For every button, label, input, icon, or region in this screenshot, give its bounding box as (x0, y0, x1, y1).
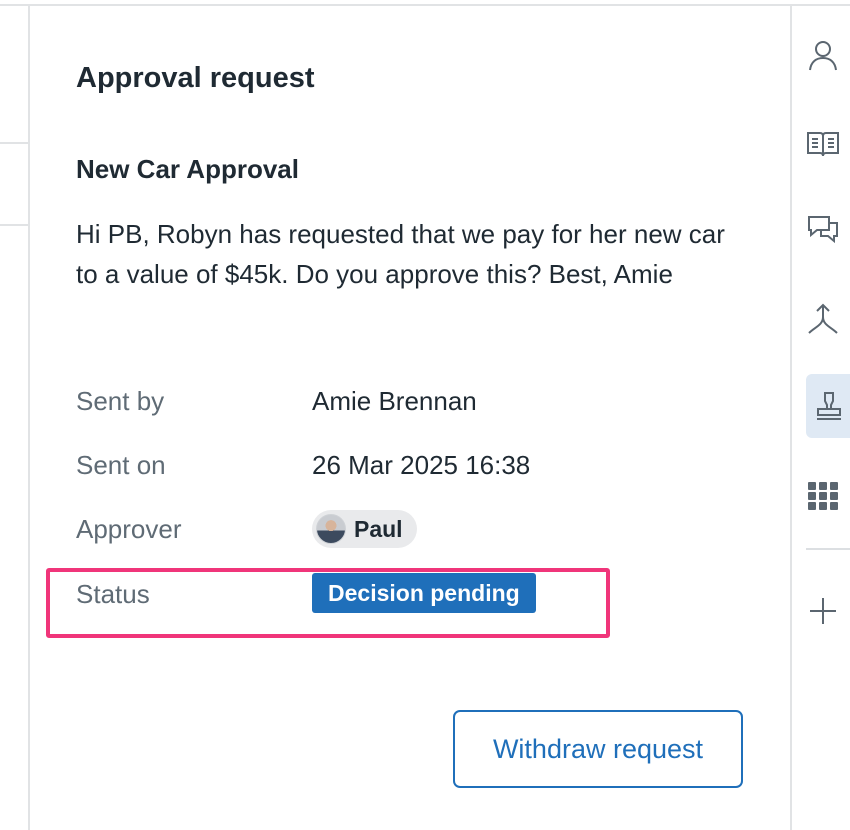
sent-by-value: Amie Brennan (312, 386, 477, 416)
approver-name: Paul (354, 515, 403, 542)
person-icon[interactable] (806, 32, 850, 78)
avatar (316, 514, 346, 544)
left-divider (0, 142, 30, 144)
approver-chip[interactable]: Paul (312, 510, 417, 548)
right-icon-rail (790, 6, 850, 830)
withdraw-request-button[interactable]: Withdraw request (453, 710, 743, 788)
request-message: Hi PB, Robyn has requested that we pay f… (76, 219, 725, 289)
apps-grid-icon[interactable] (806, 472, 850, 518)
chat-icon[interactable] (806, 206, 850, 252)
sent-on-value: 26 Mar 2025 16:38 (312, 450, 531, 480)
left-divider (0, 224, 30, 226)
book-icon[interactable] (806, 120, 850, 166)
sent-by-label: Sent by (76, 386, 165, 416)
rail-divider (806, 548, 850, 550)
approver-label: Approver (76, 514, 182, 544)
approval-panel: Approval request New Car Approval Hi PB,… (32, 6, 790, 830)
request-title: New Car Approval (76, 154, 299, 184)
panel-title: Approval request (76, 62, 315, 94)
left-panel-edge (0, 6, 30, 830)
plus-icon[interactable] (806, 588, 850, 634)
stamp-icon[interactable] (806, 374, 850, 438)
merge-icon[interactable] (806, 296, 850, 342)
status-badge: Decision pending (312, 573, 536, 613)
sent-on-label: Sent on (76, 450, 166, 480)
app-frame: Approval request New Car Approval Hi PB,… (0, 0, 850, 830)
status-label: Status (76, 579, 150, 609)
